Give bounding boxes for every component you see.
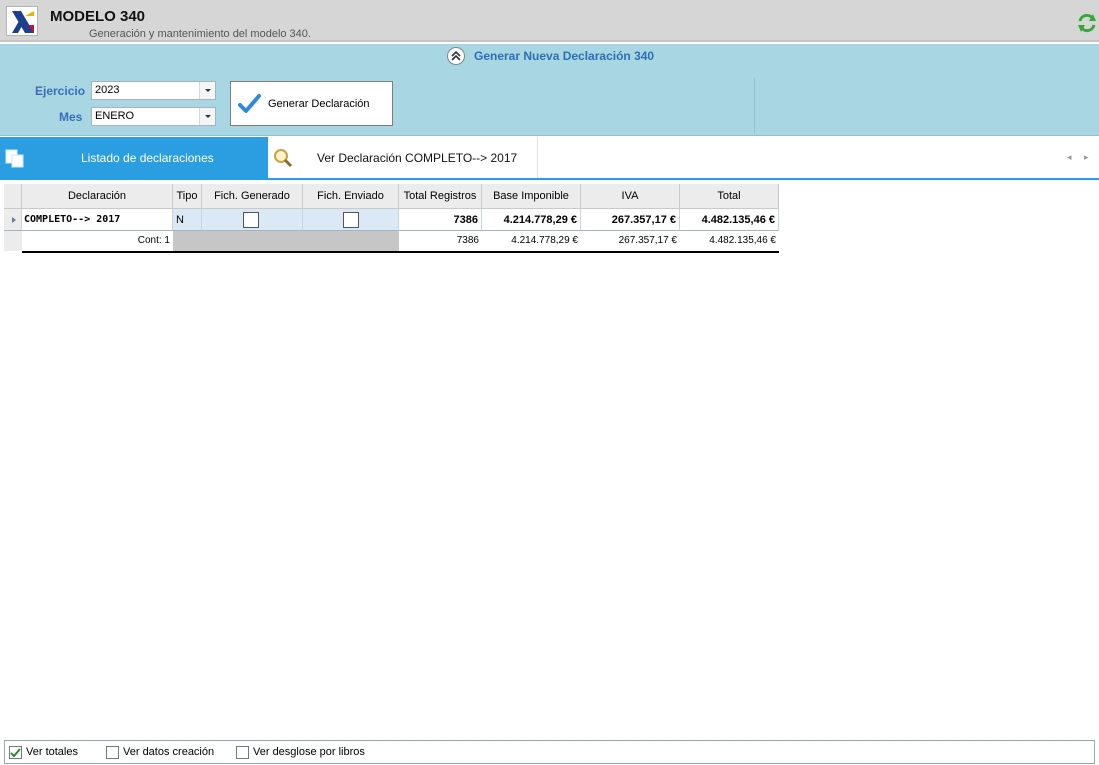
column-header-total-registros[interactable]: Total Registros [399, 184, 482, 209]
footer-total-registros: 7386 [456, 235, 479, 246]
page-subtitle: Generación y mantenimiento del modelo 34… [89, 28, 311, 40]
documents-icon [4, 147, 26, 169]
footer-indicator [4, 231, 22, 251]
column-header-fich-enviado[interactable]: Fich. Enviado [303, 184, 399, 209]
generate-declaration-label: Generar Declaración [268, 98, 370, 110]
refresh-icon[interactable] [1077, 12, 1097, 34]
tab-bar: Listado de declaraciones Ver Declaración… [0, 137, 1099, 180]
tab-listado-declaraciones[interactable]: Listado de declaraciones [0, 137, 268, 178]
cell-total-registros[interactable]: 7386 [399, 209, 482, 231]
tab-scroll-right-icon[interactable]: ▸ [1084, 152, 1089, 163]
grid-bottom-rule [22, 251, 779, 253]
cell-fich-generado [202, 209, 303, 231]
fich-generado-checkbox[interactable] [243, 212, 259, 228]
generate-panel: Generar Nueva Declaración 340 Ejercicio … [0, 44, 1099, 136]
chevron-down-icon[interactable] [199, 108, 215, 125]
ver-totales-checkbox[interactable] [9, 746, 22, 759]
column-header-fich-generado[interactable]: Fich. Generado [202, 184, 303, 209]
ejercicio-label: Ejercicio [35, 84, 86, 98]
tab-label: Listado de declaraciones [81, 151, 214, 165]
mes-select[interactable]: ENERO [91, 107, 216, 126]
row-indicator [4, 209, 22, 231]
ver-datos-creacion-checkbox[interactable] [106, 746, 119, 759]
cell-declaracion[interactable]: COMPLETO--> 2017 [22, 209, 173, 231]
check-icon [10, 748, 21, 758]
footer-base-imponible: 4.214.778,29 € [511, 235, 578, 246]
cell-total[interactable]: 4.482.135,46 € [680, 209, 779, 231]
ver-desglose-libros-label: Ver desglose por libros [253, 746, 365, 758]
tab-scroll-left-icon[interactable]: ◂ [1067, 152, 1072, 163]
ver-desglose-libros-option[interactable]: Ver desglose por libros [236, 746, 376, 760]
footer-iva: 267.357,17 € [618, 235, 677, 246]
tab-label: Ver Declaración COMPLETO--> 2017 [317, 151, 518, 165]
footer-total: 4.482.135,46 € [709, 235, 776, 246]
magnifier-icon [272, 147, 294, 169]
checkmark-icon [237, 92, 261, 116]
ejercicio-value: 2023 [95, 84, 120, 96]
chevron-down-icon[interactable] [199, 82, 215, 99]
mes-label: Mes [59, 110, 83, 124]
column-header-tipo[interactable]: Tipo [173, 184, 202, 209]
table-row[interactable]: COMPLETO--> 2017 N 7386 4.214.778,29 € 2… [4, 209, 779, 231]
generate-panel-toggle-label[interactable]: Generar Nueva Declaración 340 [474, 49, 654, 63]
ver-desglose-libros-checkbox[interactable] [236, 746, 249, 759]
footer-count: Cont: 1 [137, 235, 170, 246]
app-header: MODELO 340 Generación y mantenimiento de… [0, 0, 1099, 42]
row-pointer-icon [12, 217, 16, 223]
ver-totales-option[interactable]: Ver totales [9, 746, 89, 760]
ejercicio-select[interactable]: 2023 [91, 81, 216, 100]
mes-value: ENERO [95, 110, 135, 122]
generate-declaration-button[interactable]: Generar Declaración [230, 81, 393, 126]
column-header-declaracion[interactable]: Declaración [22, 184, 173, 209]
grid-footer-row: Cont: 1 7386 4.214.778,29 € 267.357,17 €… [4, 231, 779, 251]
cell-fich-enviado [303, 209, 399, 231]
aeat-logo-icon [6, 6, 38, 36]
page-title: MODELO 340 [50, 8, 146, 25]
column-header-total[interactable]: Total [680, 184, 779, 209]
ver-datos-creacion-label: Ver datos creación [123, 746, 215, 758]
view-options-bar: Ver totales Ver datos creación Ver desgl… [4, 740, 1095, 764]
chevron-up-double-icon [451, 50, 461, 61]
tab-ver-declaracion[interactable]: Ver Declaración COMPLETO--> 2017 [268, 137, 538, 178]
ver-datos-creacion-option[interactable]: Ver datos creación [106, 746, 226, 760]
cell-tipo[interactable]: N [173, 209, 202, 231]
grid-header-row: Declaración Tipo Fich. Generado Fich. En… [4, 184, 779, 209]
collapse-panel-button[interactable] [447, 47, 465, 65]
ver-totales-label: Ver totales [26, 746, 78, 758]
column-header-base-imponible[interactable]: Base Imponible [482, 184, 581, 209]
column-header-iva[interactable]: IVA [581, 184, 680, 209]
cell-iva[interactable]: 267.357,17 € [581, 209, 680, 231]
footer-empty [173, 231, 399, 251]
panel-divider [754, 78, 755, 134]
fich-enviado-checkbox[interactable] [343, 212, 359, 228]
cell-base-imponible[interactable]: 4.214.778,29 € [482, 209, 581, 231]
row-indicator-header [4, 184, 22, 209]
